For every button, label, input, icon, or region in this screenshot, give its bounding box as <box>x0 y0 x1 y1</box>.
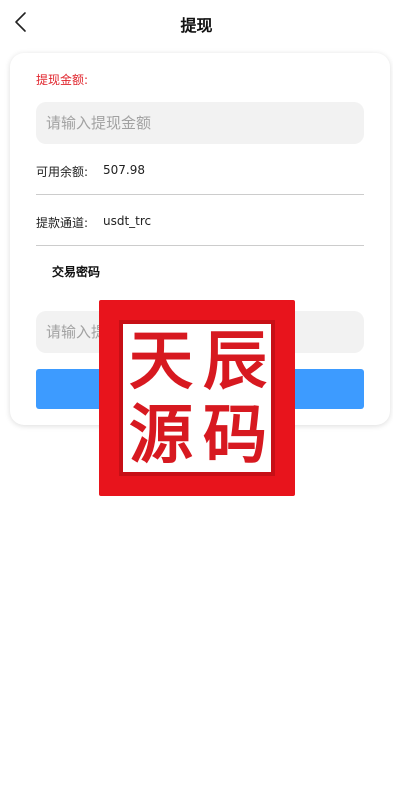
watermark-char: 码 <box>203 398 267 473</box>
divider <box>36 194 364 195</box>
page-header: 提现 <box>0 0 393 44</box>
amount-input[interactable] <box>36 102 364 144</box>
balance-value: 507.98 <box>103 163 145 177</box>
channel-value: usdt_trc <box>103 214 152 228</box>
password-label: 交易密码 <box>52 265 101 279</box>
page-title: 提现 <box>180 16 213 35</box>
watermark-char: 源 <box>129 398 193 473</box>
watermark-stamp: 天 辰 源 码 <box>99 300 295 496</box>
divider <box>36 245 364 246</box>
channel-label: 提款通道: <box>36 216 89 230</box>
watermark-char: 天 <box>129 324 193 399</box>
amount-label: 提现金额: <box>36 73 89 87</box>
balance-label: 可用余额: <box>36 165 89 179</box>
watermark-inner: 天 辰 源 码 <box>119 320 275 476</box>
watermark-char: 辰 <box>203 324 267 399</box>
